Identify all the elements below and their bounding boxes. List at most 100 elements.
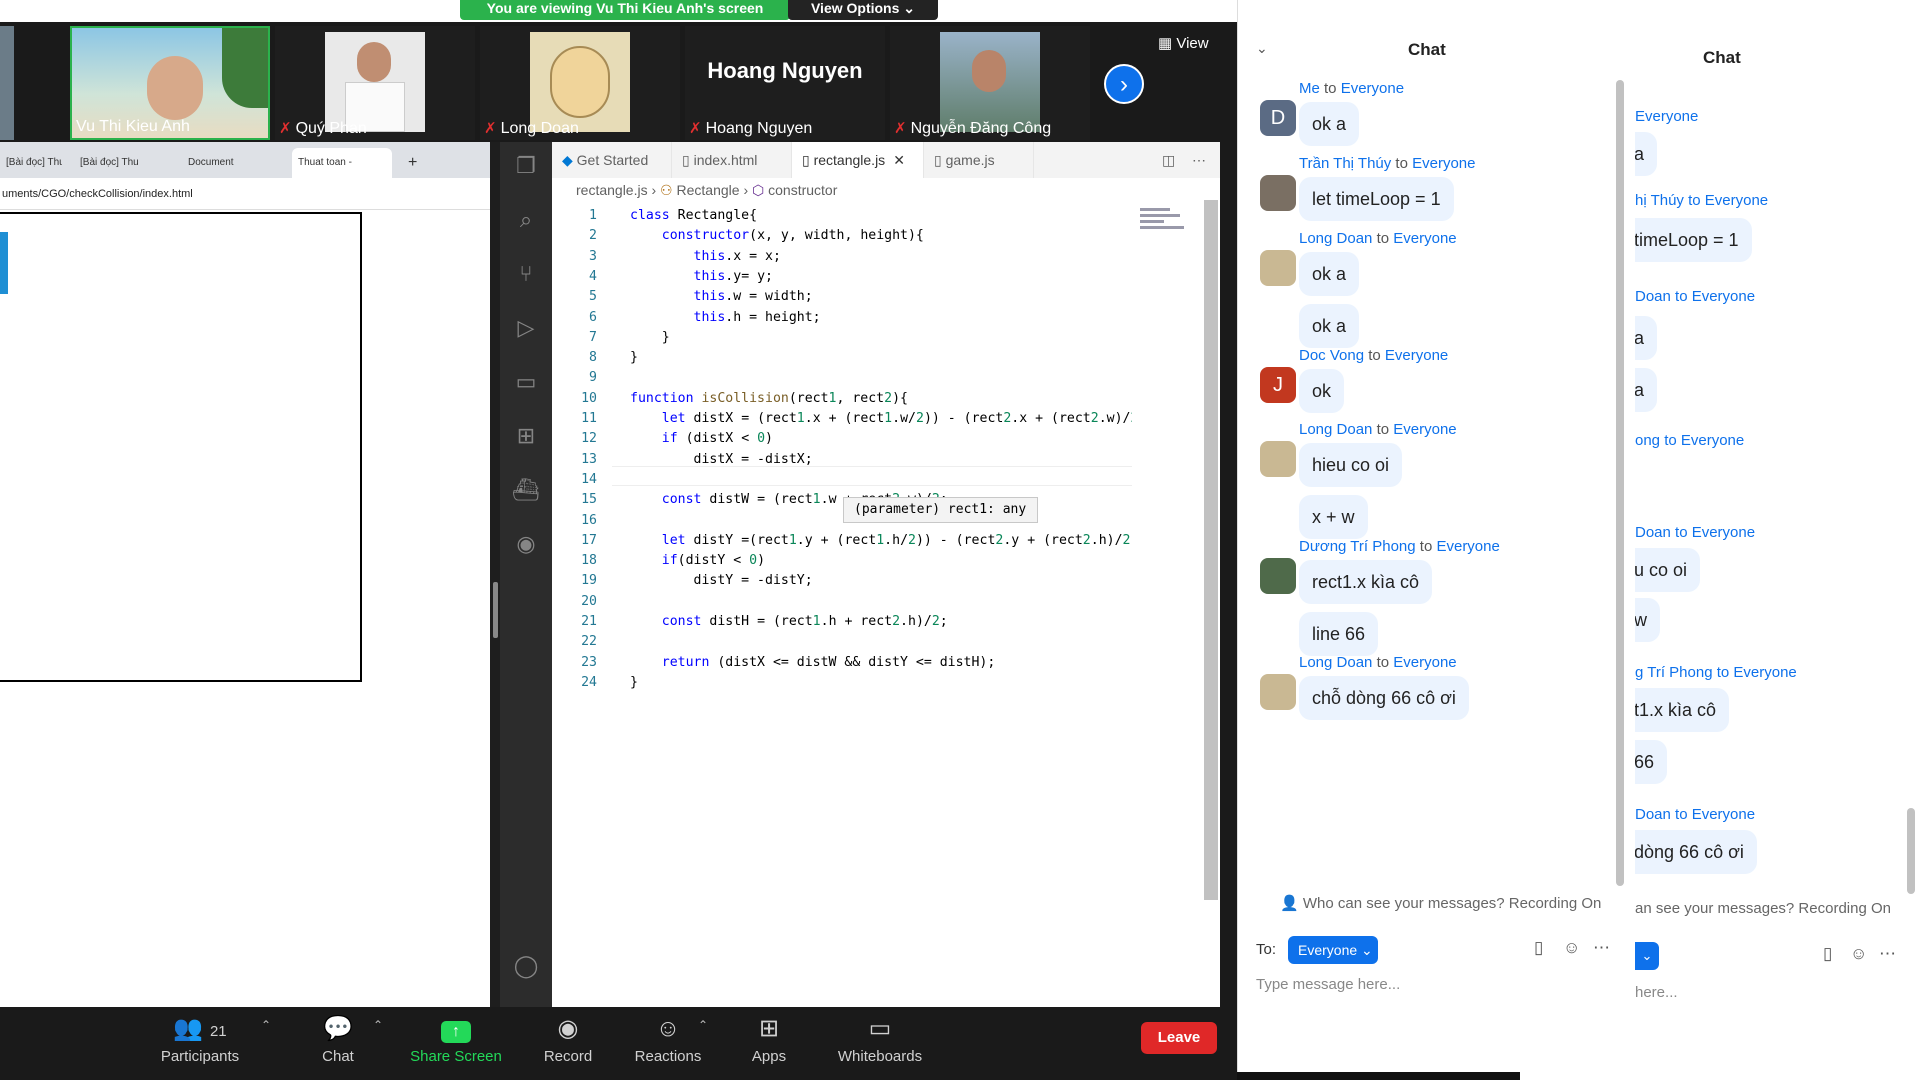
chat-options-caret-icon[interactable]: ⌃ bbox=[373, 1018, 383, 1032]
thumbnail-long-doan[interactable]: ✗ Long Doan bbox=[480, 26, 680, 140]
message-bubble[interactable]: timeLoop = 1 bbox=[1635, 218, 1752, 262]
code-line[interactable]: 8} bbox=[552, 348, 1132, 368]
message-bubble[interactable]: ok a bbox=[1299, 252, 1360, 296]
code-line[interactable]: 3 this.x = x; bbox=[552, 247, 1132, 267]
message-bubble[interactable]: a bbox=[1635, 132, 1658, 176]
avatar[interactable] bbox=[1260, 674, 1296, 710]
sender-name[interactable]: Doc Vong bbox=[1299, 347, 1364, 364]
emoji-icon[interactable]: ☺ bbox=[1563, 938, 1580, 958]
code-line[interactable]: 5 this.w = width; bbox=[552, 287, 1132, 307]
code-line[interactable]: 16 bbox=[552, 511, 1132, 531]
message-bubble[interactable]: a bbox=[1635, 316, 1658, 360]
apps-button[interactable]: ⊞ Apps bbox=[714, 1014, 824, 1074]
code-line[interactable]: 18 if(distY < 0) bbox=[552, 551, 1132, 571]
chat-scrollbar[interactable] bbox=[1616, 80, 1624, 886]
share-screen-button[interactable]: ↑ Share Screen bbox=[401, 1014, 511, 1074]
recipient-name[interactable]: Everyone bbox=[1393, 654, 1456, 671]
thumbnail-nguyen-dang-cong[interactable]: ✗ Nguyễn Đăng Công bbox=[890, 26, 1090, 140]
next-page-arrow-icon[interactable]: › bbox=[1104, 64, 1144, 104]
minimap[interactable] bbox=[1140, 202, 1214, 242]
code-line[interactable]: 1 class Rectangle{ bbox=[552, 206, 1132, 226]
file-icon[interactable]: ▯ bbox=[1534, 938, 1543, 958]
message-bubble[interactable]: ok bbox=[1299, 369, 1345, 413]
message-bubble[interactable]: 66 bbox=[1635, 740, 1668, 784]
message-bubble[interactable]: hieu co oi bbox=[1299, 443, 1403, 487]
thumbnail-vu-thi-kieu-anh[interactable]: Vu Thi Kieu Anh bbox=[70, 26, 270, 140]
recipient-select[interactable]: Everyone ⌄ bbox=[1288, 936, 1378, 964]
address-bar[interactable]: uments/CGO/checkCollision/index.html bbox=[0, 178, 490, 210]
source-control-icon[interactable]: ⑂ bbox=[512, 260, 540, 288]
thumbnail-quy-phan[interactable]: ✗ Quý Phan bbox=[275, 26, 475, 140]
close-tab-icon[interactable]: ✕ bbox=[893, 152, 905, 168]
browser-tab-active[interactable]: Thuat toan - bbox=[292, 148, 392, 178]
emoji-icon[interactable]: ☺ bbox=[1850, 944, 1867, 964]
privacy-note[interactable]: 👤 Who can see your messages? Recording O… bbox=[1280, 894, 1601, 912]
avatar[interactable] bbox=[1260, 558, 1296, 594]
message-bubble[interactable]: a bbox=[1635, 368, 1658, 412]
file-icon[interactable]: ▯ bbox=[1823, 944, 1832, 964]
sender-name[interactable]: Dương Trí Phong bbox=[1299, 538, 1416, 555]
message-bubble[interactable]: rect1.x kìa cô bbox=[1299, 560, 1433, 604]
message-bubble[interactable]: u co oi bbox=[1635, 548, 1701, 592]
avatar[interactable]: J bbox=[1260, 367, 1296, 403]
code-line[interactable]: 11 let distX = (rect1.x + (rect1.w/2)) -… bbox=[552, 409, 1132, 429]
recipient-name[interactable]: Everyone bbox=[1393, 230, 1456, 247]
code-line[interactable]: 17 let distY =(rect1.y + (rect1.h/2)) - … bbox=[552, 531, 1132, 551]
tab-rectangle-js[interactable]: ▯ rectangle.js ✕ bbox=[792, 142, 924, 178]
tab-game-js[interactable]: ▯ game.js bbox=[924, 142, 1034, 178]
view-button[interactable]: ▦ View bbox=[1158, 30, 1226, 58]
recipient-name[interactable]: Everyone bbox=[1341, 80, 1404, 97]
view-options-button[interactable]: View Options ⌄ bbox=[788, 0, 938, 20]
chat-scrollbar[interactable] bbox=[1907, 808, 1915, 894]
sender-name[interactable]: Long Doan bbox=[1299, 230, 1372, 247]
window-divider-handle[interactable] bbox=[493, 582, 498, 638]
browser-tab[interactable]: [Bài đọc] Thu bbox=[74, 148, 156, 178]
message-bubble[interactable]: t1.x kìa cô bbox=[1635, 688, 1730, 732]
message-bubble[interactable]: x + w bbox=[1299, 495, 1368, 539]
avatar[interactable]: D bbox=[1260, 100, 1296, 136]
breadcrumb-class[interactable]: Rectangle bbox=[677, 182, 740, 198]
split-editor-icon[interactable]: ◫ bbox=[1152, 142, 1182, 178]
thumbnail-partial[interactable] bbox=[0, 26, 14, 140]
message-bubble[interactable]: ok a bbox=[1299, 102, 1360, 146]
record-button[interactable]: ◉ Record bbox=[513, 1014, 623, 1074]
sender-name[interactable]: Long Doan bbox=[1299, 421, 1372, 438]
recipient-name[interactable]: Everyone bbox=[1393, 421, 1456, 438]
avatar[interactable] bbox=[1260, 250, 1296, 286]
browser-tab[interactable]: Document bbox=[182, 148, 274, 178]
explorer-icon[interactable]: ❐ bbox=[512, 152, 540, 180]
message-input[interactable] bbox=[1256, 972, 1606, 996]
code-line[interactable]: 9 bbox=[552, 368, 1132, 388]
code-line[interactable]: 12 if (distX < 0) bbox=[552, 429, 1132, 449]
code-line[interactable]: 23 return (distX <= distW && distY <= di… bbox=[552, 653, 1132, 673]
code-line[interactable]: 20 bbox=[552, 592, 1132, 612]
whiteboards-button[interactable]: ▭ Whiteboards bbox=[825, 1014, 935, 1074]
sender-name[interactable]: Me bbox=[1299, 80, 1320, 97]
tab-index-html[interactable]: ▯ index.html bbox=[672, 142, 792, 178]
account-icon[interactable]: ◯ bbox=[512, 952, 540, 980]
reactions-options-caret-icon[interactable]: ⌃ bbox=[698, 1018, 708, 1032]
message-bubble[interactable]: w bbox=[1635, 598, 1660, 642]
message-bubble[interactable]: ok a bbox=[1299, 304, 1360, 348]
sender-name[interactable]: Trần Thị Thúy bbox=[1299, 155, 1391, 172]
docker-icon[interactable]: ⛴ bbox=[512, 476, 540, 504]
code-line[interactable]: 7 } bbox=[552, 328, 1132, 348]
code-line[interactable]: 4 this.y= y; bbox=[552, 267, 1132, 287]
participants-button[interactable]: 👥 21 Participants bbox=[145, 1014, 255, 1074]
recipient-name[interactable]: Everyone bbox=[1412, 155, 1475, 172]
more-actions-icon[interactable]: ⋯ bbox=[1182, 142, 1212, 178]
new-tab-plus-icon[interactable]: + bbox=[402, 148, 422, 178]
message-bubble[interactable]: chỗ dòng 66 cô ơi bbox=[1299, 676, 1469, 720]
editor-scrollbar[interactable] bbox=[1204, 200, 1218, 900]
code-line[interactable]: 22 bbox=[552, 632, 1132, 652]
extensions-icon[interactable]: ⊞ bbox=[512, 422, 540, 450]
code-line[interactable]: 6 this.h = height; bbox=[552, 308, 1132, 328]
leave-button[interactable]: Leave bbox=[1141, 1022, 1217, 1054]
code-line[interactable]: 10 function isCollision(rect1, rect2){ bbox=[552, 389, 1132, 409]
tab-get-started[interactable]: ◆ Get Started bbox=[552, 142, 672, 178]
recipient-name[interactable]: Everyone bbox=[1385, 347, 1448, 364]
github-icon[interactable]: ◉ bbox=[512, 530, 540, 558]
remote-explorer-icon[interactable]: ▭ bbox=[512, 368, 540, 396]
search-icon[interactable]: ⌕ bbox=[512, 206, 540, 234]
more-icon[interactable]: ⋯ bbox=[1879, 944, 1896, 964]
